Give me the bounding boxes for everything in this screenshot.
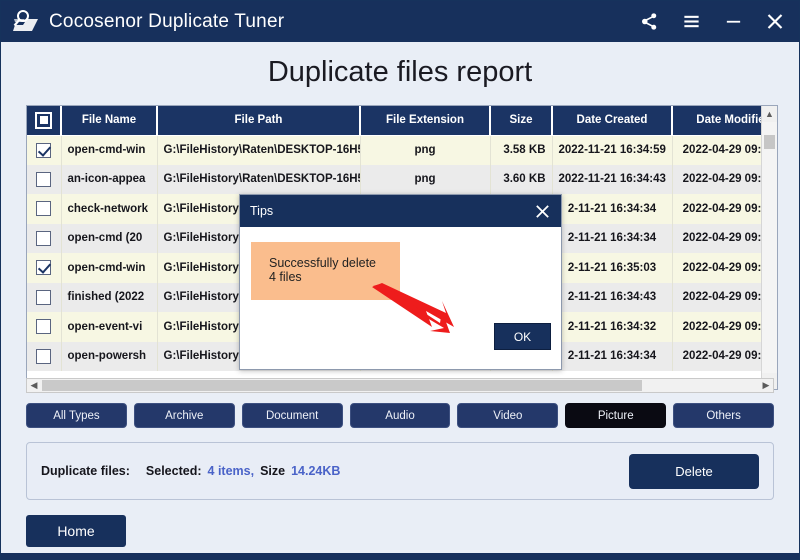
dialog-title-bar: Tips xyxy=(240,195,561,227)
table-row[interactable]: an-icon-appea G:\FileHistory\Raten\DESKTO… xyxy=(27,164,761,194)
minimize-icon[interactable] xyxy=(723,12,743,32)
cell-date-modified: 2022-04-29 09:42:4 xyxy=(672,253,761,283)
cell-file-name: open-cmd-win xyxy=(61,253,158,283)
cell-date-created: 2-11-21 16:34:32 xyxy=(552,312,673,342)
row-checkbox[interactable] xyxy=(36,260,52,276)
cell-date-created: 2-11-21 16:34:34 xyxy=(552,223,673,253)
dialog-message: Successfully delete 4 files xyxy=(251,242,400,300)
row-checkbox[interactable] xyxy=(36,201,52,217)
column-header-size[interactable]: Size xyxy=(490,106,553,136)
hamburger-menu-icon[interactable] xyxy=(681,12,701,32)
share-icon[interactable] xyxy=(639,12,659,32)
vertical-scroll-thumb[interactable] xyxy=(764,135,775,149)
cell-date-created: 2-11-21 16:35:03 xyxy=(552,253,673,283)
cell-date-modified: 2022-04-29 09:41:5 xyxy=(672,341,761,371)
file-type-filter-bar: All Types Archive Document Audio Video Pictur… xyxy=(26,403,775,428)
cell-file-extension: png xyxy=(360,135,491,165)
cell-date-created: 2-11-21 16:34:34 xyxy=(552,194,673,224)
application-window: Cocosenor Duplicate Tuner Duplicate file… xyxy=(0,0,800,560)
column-header-date-modified[interactable]: Date Modified xyxy=(672,106,761,136)
row-checkbox[interactable] xyxy=(36,319,52,335)
cell-date-created: 2022-11-21 16:34:43 xyxy=(552,164,673,194)
column-header-file-extension[interactable]: File Extension xyxy=(360,106,491,136)
column-header-file-name[interactable]: File Name xyxy=(61,106,158,136)
cell-file-name: open-powersh xyxy=(61,341,158,371)
row-checkbox[interactable] xyxy=(36,171,52,187)
summary-bar: Duplicate files: Selected: 4 items, Size… xyxy=(26,442,774,500)
filter-button-all-types[interactable]: All Types xyxy=(26,403,127,428)
cell-date-modified: 2022-04-29 09:41:5 xyxy=(672,194,761,224)
row-checkbox-cell[interactable] xyxy=(27,194,62,224)
row-checkbox-cell[interactable] xyxy=(27,282,62,312)
dialog-ok-button[interactable]: OK xyxy=(494,323,551,350)
cell-date-created: 2-11-21 16:34:34 xyxy=(552,341,673,371)
scroll-left-arrow-icon[interactable]: ◀ xyxy=(27,379,41,392)
cell-date-created: 2-11-21 16:34:43 xyxy=(552,282,673,312)
tips-dialog: Tips Successfully delete 4 files OK xyxy=(239,194,562,370)
row-checkbox-cell[interactable] xyxy=(27,223,62,253)
row-checkbox-cell[interactable] xyxy=(27,341,62,371)
table-row[interactable]: open-cmd-win G:\FileHistory\Raten\DESKTOP… xyxy=(27,135,761,165)
close-icon[interactable] xyxy=(765,12,785,32)
size-value: 14.24KB xyxy=(291,464,341,478)
cell-date-created: 2022-11-21 16:34:59 xyxy=(552,135,673,165)
row-checkbox[interactable] xyxy=(36,230,52,246)
cell-file-path: G:\FileHistory\Raten\DESKTOP-16H58I xyxy=(157,164,361,194)
row-checkbox-cell[interactable] xyxy=(27,164,62,194)
selected-label: Selected: xyxy=(145,464,202,478)
row-checkbox-cell[interactable] xyxy=(27,253,62,283)
cell-date-modified: 2022-04-29 09:41:5 xyxy=(672,312,761,342)
page-title: Duplicate files report xyxy=(267,56,533,88)
filter-button-video[interactable]: Video xyxy=(457,403,559,428)
filter-button-picture[interactable]: Picture xyxy=(565,403,667,428)
delete-button[interactable]: Delete xyxy=(629,453,759,489)
cell-file-name: check-network xyxy=(61,194,158,224)
select-all-checkbox[interactable] xyxy=(35,111,52,129)
magnifier-folder-icon xyxy=(11,9,41,35)
home-button[interactable]: Home xyxy=(26,515,126,547)
cell-file-name: an-icon-appea xyxy=(61,164,158,194)
dialog-close-icon[interactable] xyxy=(534,203,551,220)
bottom-strip xyxy=(1,553,799,559)
cell-file-name: open-cmd-win xyxy=(61,135,158,165)
app-title: Cocosenor Duplicate Tuner xyxy=(49,10,285,32)
filter-button-document[interactable]: Document xyxy=(241,403,343,428)
selected-count-value: 4 items, xyxy=(207,464,255,478)
row-checkbox-cell[interactable] xyxy=(27,312,62,342)
size-label: Size xyxy=(260,464,286,478)
cell-date-modified: 2022-04-29 09:42:1 xyxy=(672,164,761,194)
row-checkbox[interactable] xyxy=(36,348,52,364)
row-checkbox[interactable] xyxy=(36,289,52,305)
summary-text: Duplicate files: Selected: 4 items, Size… xyxy=(41,464,340,478)
table-vertical-scrollbar[interactable]: ▲ ▼ xyxy=(761,106,777,389)
cell-file-path: G:\FileHistory\Raten\DESKTOP-16H58I xyxy=(157,135,361,165)
duplicate-files-label: Duplicate files: xyxy=(41,464,130,478)
cell-date-modified: 2022-04-29 09:42:1 xyxy=(672,282,761,312)
filter-button-archive[interactable]: Archive xyxy=(133,403,235,428)
horizontal-scroll-thumb[interactable] xyxy=(42,380,642,391)
cell-size: 3.58 KB xyxy=(490,135,553,165)
table-header-row: File Name File Path File Extension Size … xyxy=(27,106,761,136)
select-all-header[interactable] xyxy=(27,106,62,136)
cell-file-name: open-event-vi xyxy=(61,312,158,342)
scroll-right-arrow-icon[interactable]: ▶ xyxy=(759,379,773,392)
window-controls xyxy=(639,12,785,32)
table-horizontal-scrollbar[interactable]: ◀ ▶ xyxy=(26,378,774,393)
cell-file-name: open-cmd (20 xyxy=(61,223,158,253)
row-checkbox-cell[interactable] xyxy=(27,135,62,165)
cell-date-modified: 2022-04-29 09:42:0 xyxy=(672,223,761,253)
column-header-file-path[interactable]: File Path xyxy=(157,106,361,136)
cell-file-extension: png xyxy=(360,164,491,194)
cell-size: 3.60 KB xyxy=(490,164,553,194)
row-checkbox[interactable] xyxy=(36,142,52,158)
dialog-body: Successfully delete 4 files OK xyxy=(240,227,561,371)
title-bar: Cocosenor Duplicate Tuner xyxy=(1,1,799,42)
cell-file-name: finished (2022 xyxy=(61,282,158,312)
cell-date-modified: 2022-04-29 09:42:4 xyxy=(672,135,761,165)
column-header-date-created[interactable]: Date Created xyxy=(552,106,673,136)
filter-button-audio[interactable]: Audio xyxy=(349,403,451,428)
dialog-title: Tips xyxy=(250,204,274,218)
scroll-up-arrow-icon[interactable]: ▲ xyxy=(762,106,777,122)
filter-button-others[interactable]: Others xyxy=(673,403,775,428)
